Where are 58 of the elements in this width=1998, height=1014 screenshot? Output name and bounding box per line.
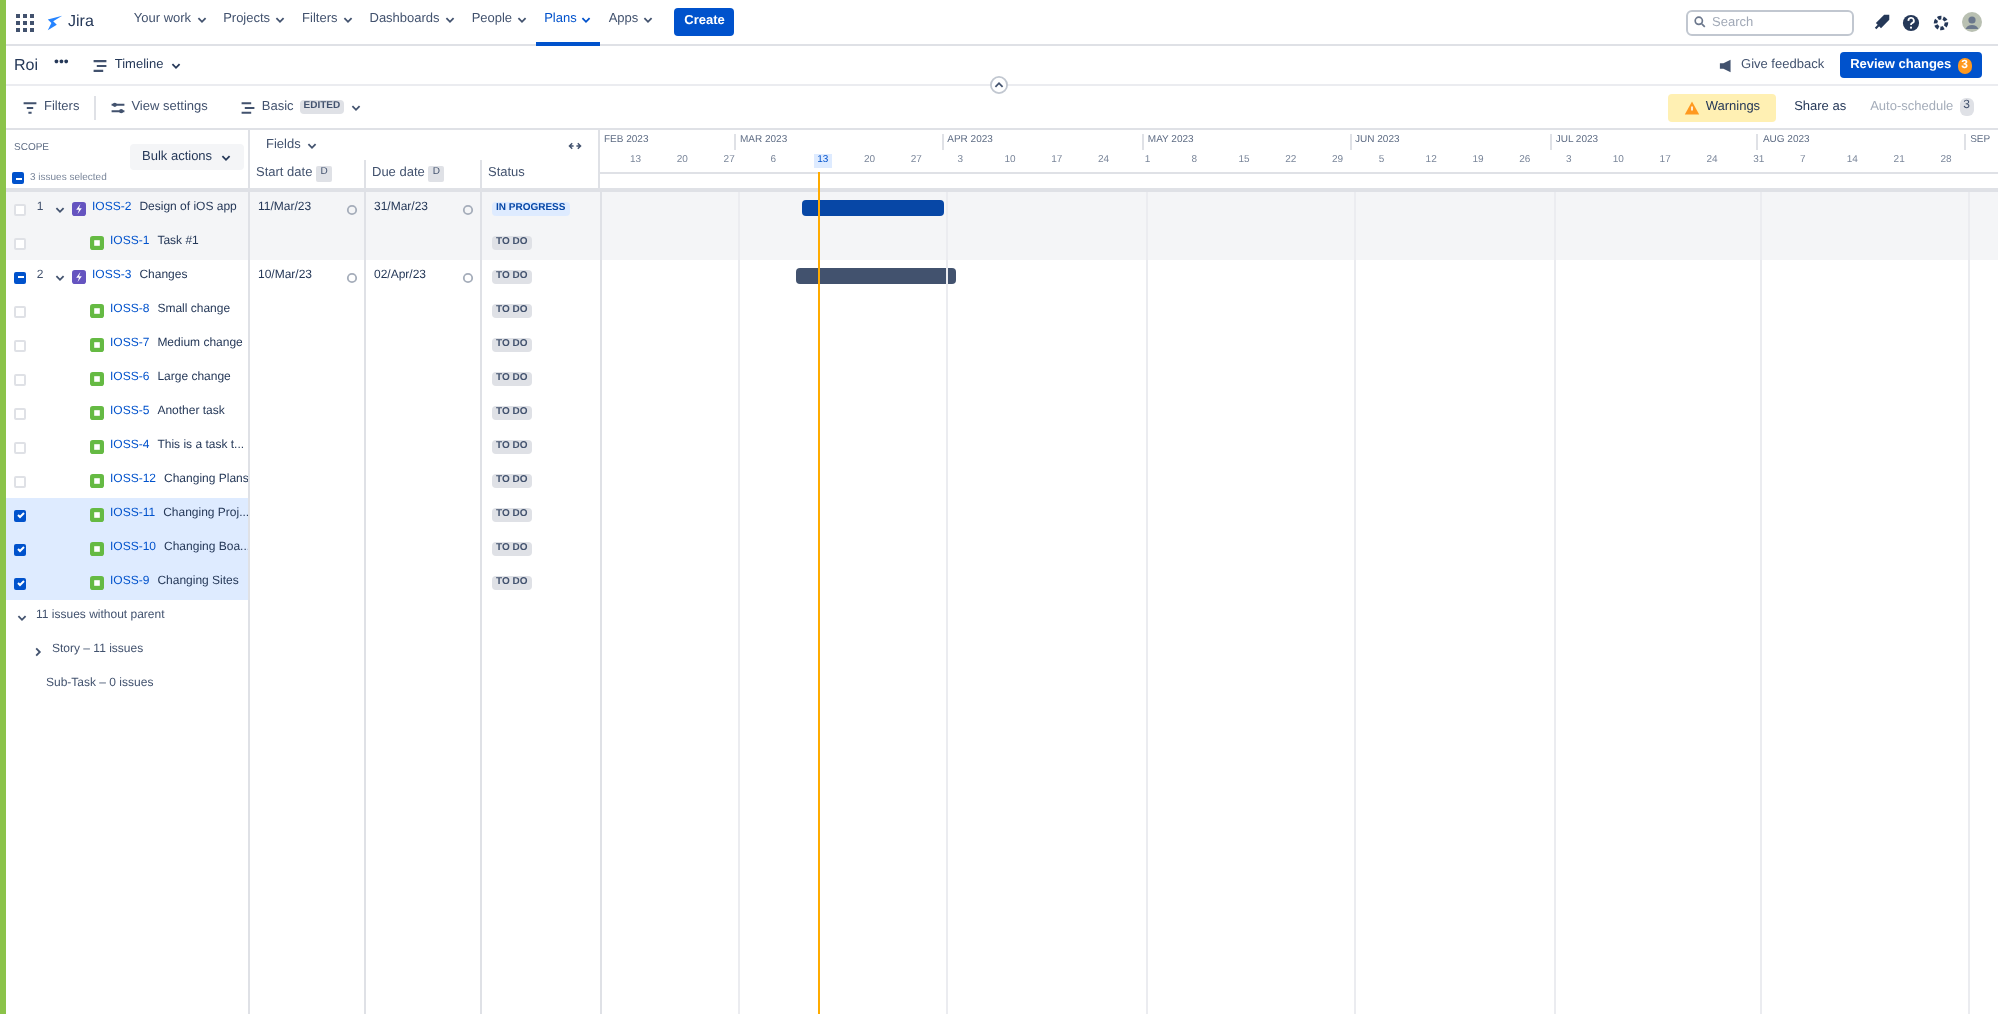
task-icon — [90, 406, 104, 420]
task-icon — [90, 372, 104, 386]
checkbox[interactable] — [14, 305, 26, 317]
chevron-down-icon — [16, 611, 28, 623]
schedule-bar[interactable] — [795, 268, 957, 284]
checkbox[interactable] — [14, 237, 26, 249]
task-icon — [90, 304, 104, 318]
chevron-down-icon[interactable] — [54, 271, 66, 283]
lines-icon — [239, 99, 256, 115]
chevron-down-icon — [274, 14, 287, 26]
megaphone-icon — [1717, 57, 1736, 73]
task-icon — [90, 236, 104, 250]
chevron-down-icon[interactable] — [54, 203, 66, 215]
rollup-icon — [462, 203, 474, 215]
avatar[interactable] — [1962, 12, 1982, 32]
timeline-icon — [92, 57, 109, 73]
task-icon — [90, 542, 104, 556]
checkbox[interactable] — [14, 339, 26, 351]
search-icon — [1694, 16, 1706, 28]
checkbox[interactable] — [14, 441, 26, 453]
chevron-down-icon — [516, 14, 529, 26]
chevron-down-icon — [306, 139, 319, 151]
task-icon — [90, 508, 104, 522]
task-icon — [90, 440, 104, 454]
rollup-icon — [462, 271, 474, 283]
logo-icon[interactable] — [46, 13, 64, 31]
task-icon — [90, 338, 104, 352]
plan-name: Roi — [14, 53, 39, 77]
checkbox[interactable] — [14, 407, 26, 419]
app-switcher-icon[interactable] — [16, 13, 34, 31]
chevron-down-icon — [580, 14, 593, 26]
rollup-icon — [346, 271, 358, 283]
checkbox[interactable] — [14, 475, 26, 487]
chevron-down-icon — [195, 14, 208, 26]
chevron-down-icon — [350, 101, 363, 113]
checkbox[interactable] — [14, 373, 26, 385]
chevron-down-icon — [169, 59, 182, 71]
collapse-columns-icon[interactable] — [568, 139, 582, 151]
warning-icon — [1683, 99, 1700, 115]
help-icon[interactable] — [1902, 13, 1920, 31]
checkbox[interactable] — [14, 203, 26, 215]
chevron-down-icon — [642, 14, 655, 26]
product-name[interactable]: Jira — [68, 10, 94, 34]
task-icon — [90, 576, 104, 590]
checkbox[interactable] — [12, 172, 24, 184]
epic-icon — [72, 270, 86, 284]
task-icon — [90, 474, 104, 488]
settings-icon[interactable] — [1932, 13, 1950, 31]
collapse-button[interactable] — [990, 76, 1008, 94]
chevron-down-icon — [341, 14, 354, 26]
chevron-right-icon — [32, 645, 44, 657]
sliders-icon — [109, 99, 126, 115]
epic-icon — [72, 202, 86, 216]
chevron-down-icon — [220, 151, 233, 163]
rollup-icon — [346, 203, 358, 215]
checkbox[interactable] — [14, 271, 26, 283]
filter-icon — [22, 99, 38, 115]
chevron-down-icon — [443, 14, 456, 26]
